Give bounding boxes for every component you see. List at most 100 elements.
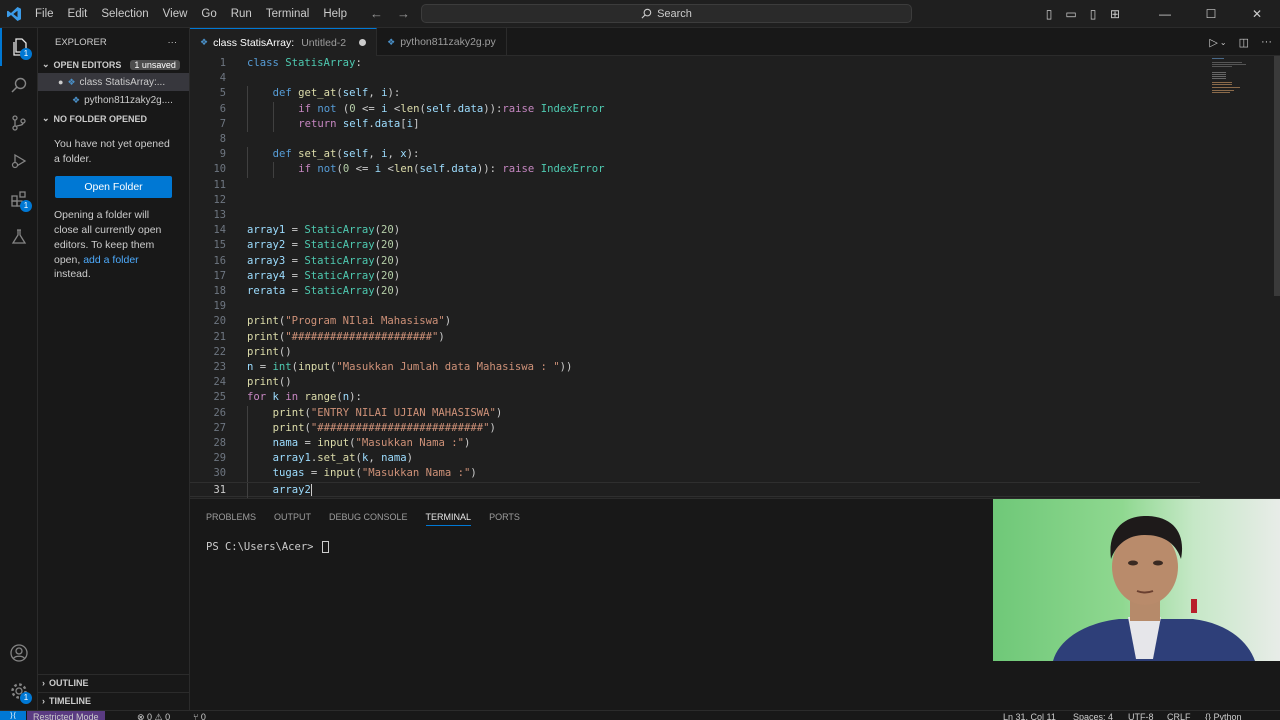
explorer-activity[interactable]: 1 [0, 28, 38, 66]
no-folder-section[interactable]: ⌄ NO FOLDER OPENED [38, 110, 189, 127]
menu-go[interactable]: Go [194, 0, 223, 28]
open-editor-item[interactable]: ● ❖ class StatisArray:... [38, 73, 189, 91]
encoding-status[interactable]: UTF-8 [1128, 711, 1154, 720]
code-line[interactable]: 7 return self.data[i] [190, 116, 1200, 132]
tab-terminal[interactable]: TERMINAL [425, 512, 472, 526]
minimize-icon[interactable]: — [1142, 7, 1188, 21]
code-line[interactable]: 29 array1.set_at(k, nama) [190, 451, 1200, 467]
code-line[interactable]: 4 [190, 71, 1200, 86]
tab-ports[interactable]: PORTS [489, 512, 520, 522]
editor-scrollbar[interactable] [1274, 56, 1280, 498]
code-line[interactable]: 30 tugas = input("Masukkan Nama :") [190, 466, 1200, 482]
code-text: print() [247, 345, 292, 360]
tab-debug-console[interactable]: DEBUG CONSOLE [329, 512, 408, 522]
info-text-end: instead. [54, 268, 91, 281]
code-token: def [272, 87, 292, 100]
open-editor-item[interactable]: ❖ python811zaky2g.... [38, 91, 189, 109]
code-line[interactable]: 15 array2 = StaticArray(20) [190, 238, 1200, 253]
code-token: ) [470, 467, 477, 480]
command-center-search[interactable]: Search [421, 4, 912, 23]
unsaved-dot-icon[interactable] [359, 39, 367, 46]
tab-class-statisarray[interactable]: ❖ class StatisArray: Untitled-2 [190, 28, 378, 56]
tab-python811zaky2g[interactable]: ❖ python811zaky2g.py [377, 28, 507, 56]
manage-activity[interactable]: 1 [0, 672, 38, 710]
line-number: 22 [213, 345, 226, 358]
split-editor-icon[interactable]: ◫ [1239, 36, 1249, 49]
accounts-activity[interactable] [0, 634, 38, 672]
run-dropdown-icon[interactable]: ⌄ [1220, 38, 1227, 47]
code-line[interactable]: 12 [190, 193, 1200, 208]
code-line[interactable]: 5 def get_at(self, i): [190, 86, 1200, 102]
menu-file[interactable]: File [28, 0, 61, 28]
window-controls: — ☐ ✕ [1142, 7, 1280, 21]
code-line[interactable]: 8 [190, 132, 1200, 147]
code-line[interactable]: 26 print("ENTRY NILAI UJIAN MAHASISWA") [190, 405, 1200, 421]
source-control-activity[interactable] [0, 104, 38, 142]
menu-run[interactable]: Run [224, 0, 259, 28]
maximize-icon[interactable]: ☐ [1188, 7, 1234, 21]
cursor-position-status[interactable]: Ln 31, Col 11 [1003, 711, 1056, 720]
open-editors-section[interactable]: ⌄ OPEN EDITORS 1 unsaved [38, 56, 189, 73]
run-debug-activity[interactable] [0, 142, 38, 180]
forward-arrow-icon[interactable]: → [397, 6, 410, 21]
tab-output[interactable]: OUTPUT [274, 512, 311, 522]
code-token: , [368, 148, 382, 161]
more-actions-icon[interactable]: ··· [1261, 36, 1272, 48]
code-line[interactable]: 1 class StatisArray: [190, 56, 1200, 71]
code-line[interactable]: 27 print("##########################") [190, 420, 1200, 436]
menu-view[interactable]: View [156, 0, 195, 28]
toggle-secondary-sidebar-icon[interactable]: ▯ [1082, 7, 1104, 21]
code-line[interactable]: 11 [190, 178, 1200, 193]
code-line[interactable]: 19 [190, 299, 1200, 314]
remote-indicator-icon[interactable]: ⟩⟨ [0, 711, 26, 720]
problems-status[interactable]: ⊗ 0 ⚠ 0 [137, 711, 170, 720]
code-token: ) [489, 421, 496, 434]
code-line[interactable]: 9 def set_at(self, i, x): [190, 147, 1200, 163]
toggle-panel-icon[interactable]: ▭ [1060, 7, 1082, 21]
back-arrow-icon[interactable]: ← [370, 6, 383, 21]
language-status[interactable]: {} Python [1205, 711, 1242, 720]
run-icon[interactable]: ▷ [1209, 36, 1217, 49]
code-line[interactable]: 16 array3 = StaticArray(20) [190, 254, 1200, 269]
code-line[interactable]: 23 n = int(input("Masukkan Jumlah data Ma… [190, 360, 1200, 375]
search-activity[interactable] [0, 66, 38, 104]
code-line[interactable]: 25 for k in range(n): [190, 390, 1200, 405]
outline-section[interactable]: › OUTLINE [38, 674, 190, 691]
open-folder-button[interactable]: Open Folder [55, 176, 172, 199]
code-editor[interactable]: 1 class StatisArray: 4 5 def get_at(self, i)… [190, 56, 1280, 498]
code-line[interactable]: 21 print("######################") [190, 330, 1200, 345]
testing-activity[interactable] [0, 218, 38, 256]
close-icon[interactable]: ✕ [1234, 7, 1280, 21]
line-number: 17 [213, 269, 226, 282]
code-line[interactable]: 22 print() [190, 345, 1200, 360]
code-line[interactable]: 24 print() [190, 375, 1200, 390]
timeline-section[interactable]: › TIMELINE [38, 692, 190, 709]
code-line[interactable]: 6 if not (0 <= i <len(self.data)):raise I… [190, 101, 1200, 117]
code-line[interactable]: 20 print("Program NIlai Mahasiswa") [190, 314, 1200, 329]
eol-status[interactable]: CRLF [1167, 711, 1191, 720]
restricted-mode-status[interactable]: Restricted Mode [27, 711, 105, 720]
code-line[interactable]: 14 array1 = StaticArray(20) [190, 223, 1200, 238]
more-actions-icon[interactable]: ··· [168, 37, 178, 48]
menu-help[interactable]: Help [316, 0, 354, 28]
ports-status[interactable]: ⑂ 0 [193, 711, 206, 720]
code-line[interactable]: 17 array4 = StaticArray(20) [190, 269, 1200, 284]
code-line[interactable]: 10 if not(0 <= i <len(self.data)): raise … [190, 162, 1200, 178]
code-line[interactable]: 13 [190, 208, 1200, 223]
tab-problems[interactable]: PROBLEMS [206, 512, 256, 522]
customize-layout-icon[interactable]: ⊞ [1104, 7, 1126, 21]
code-line[interactable]: 28 nama = input("Masukkan Nama :") [190, 436, 1200, 452]
menu-terminal[interactable]: Terminal [259, 0, 316, 28]
add-folder-link[interactable]: add a folder [83, 254, 138, 266]
no-folder-label: NO FOLDER OPENED [53, 113, 148, 124]
extensions-activity[interactable]: 1 [0, 180, 38, 218]
code-line[interactable]: 31 array2 [190, 481, 1200, 498]
indentation-status[interactable]: Spaces: 4 [1073, 711, 1113, 720]
menu-edit[interactable]: Edit [61, 0, 95, 28]
code-token: array2 [272, 483, 311, 496]
scrollbar-thumb[interactable] [1274, 56, 1280, 296]
menu-selection[interactable]: Selection [94, 0, 155, 28]
code-line[interactable]: 18 rerata = StaticArray(20) [190, 284, 1200, 299]
toggle-sidebar-icon[interactable]: ▯ [1038, 7, 1060, 21]
minimap[interactable] [1200, 56, 1270, 116]
